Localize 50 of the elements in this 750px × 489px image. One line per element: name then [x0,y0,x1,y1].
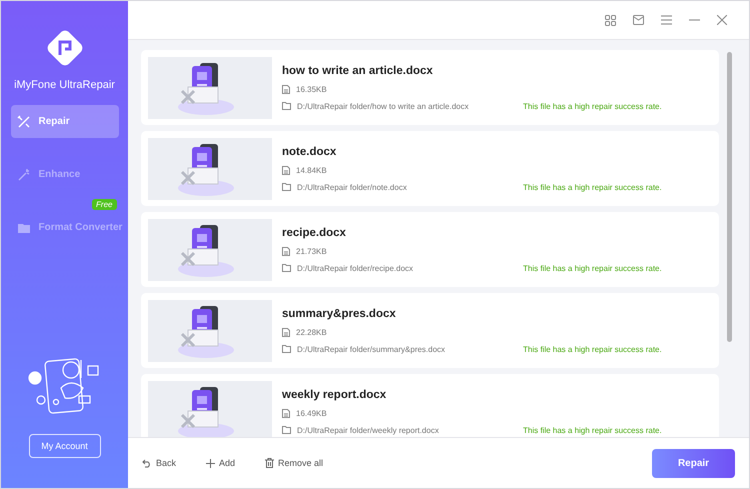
tools-icon [16,114,30,128]
file-size: 22.28KB [296,328,327,336]
file-icon [282,84,290,94]
file-name: how to write an article.docx [282,64,434,76]
my-account-button[interactable]: My Account [28,434,100,458]
magic-wand-icon [16,168,30,182]
app-name: iMyFone UltraRepair [14,79,115,91]
back-button[interactable]: Back [142,458,176,468]
folder-icon [282,345,291,353]
file-name: recipe.docx [282,226,347,238]
repair-rate-text: This file has a high repair success rate. [523,344,662,354]
add-button[interactable]: Add [206,458,236,468]
file-path: D:/UltraRepair folder/note.docx [297,182,408,192]
plus-icon [206,458,216,468]
repair-rate-text: This file has a high repair success rate. [523,182,662,192]
folder-icon [282,426,291,434]
menu-icon[interactable] [661,15,672,25]
folder-icon [282,183,291,191]
close-icon[interactable] [717,15,727,25]
file-name: summary&pres.docx [282,308,397,320]
file-path: D:/UltraRepair folder/recipe.docx [297,264,414,272]
file-path: D:/UltraRepair folder/weekly report.docx [297,426,440,434]
file-size: 16.35KB [296,84,327,94]
mail-icon[interactable] [633,15,644,25]
file-icon [282,408,290,418]
trash-icon [265,458,274,468]
repair-rate-text: This file has a high repair success rate. [523,102,662,110]
file-icon [282,328,290,336]
file-icon [282,166,290,174]
free-badge: Free [92,199,116,210]
file-icon [282,246,290,256]
file-size: 14.84KB [296,166,327,174]
nav-item[interactable]: Repair [10,105,118,138]
nav-item[interactable]: Enhance [10,158,118,191]
file-size: 16.49KB [296,408,327,418]
undo-icon [142,458,152,468]
file-size: 21.73KB [296,246,327,256]
scrollbar[interactable] [727,52,732,342]
repair-rate-text: This file has a high repair success rate. [523,264,662,272]
folder-icon [282,264,291,272]
repair-button[interactable]: Repair [652,448,735,478]
remove-all-button[interactable]: Remove all [265,458,324,468]
grid-icon[interactable] [605,14,616,26]
repair-rate-text: This file has a high repair success rate. [523,426,662,434]
file-name: note.docx [282,146,338,158]
file-path: D:/UltraRepair folder/summary&pres.docx [297,344,446,354]
minimize-icon[interactable] [689,19,700,21]
file-path: D:/UltraRepair folder/how to write an article.docx [297,102,470,110]
folder-icon [282,102,291,110]
file-name: weekly report.docx [282,388,388,400]
